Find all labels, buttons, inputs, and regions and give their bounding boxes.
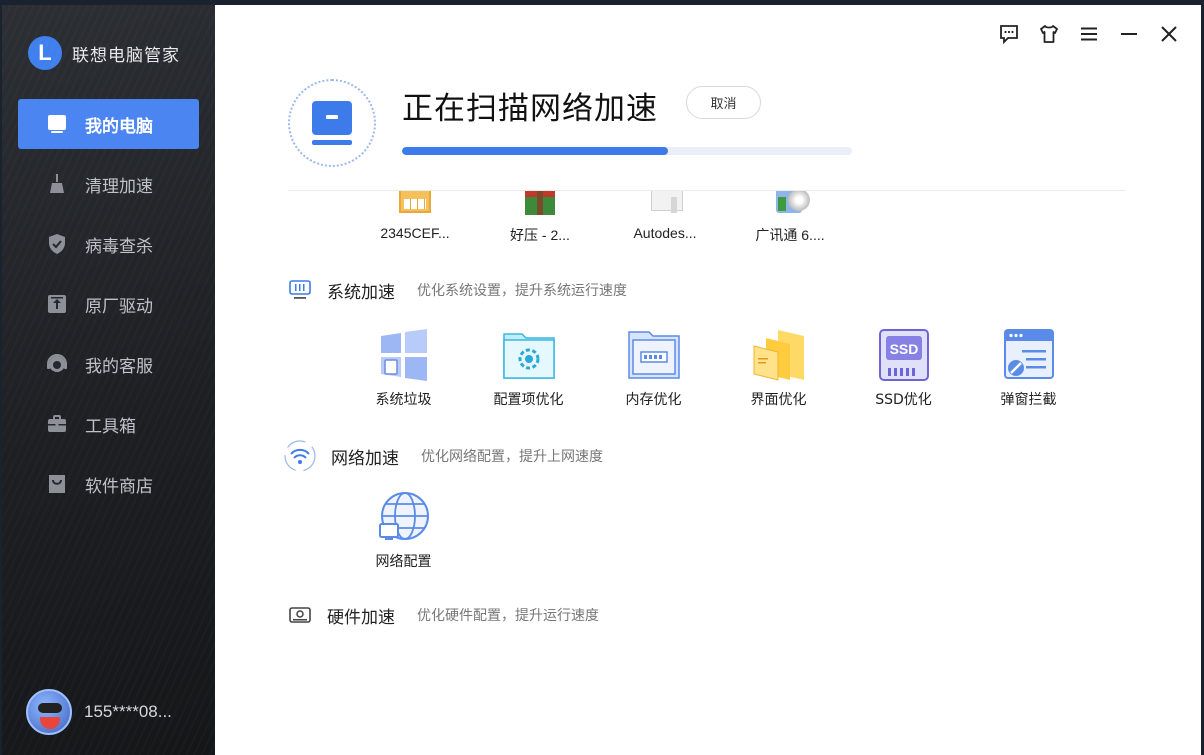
headset-icon bbox=[45, 352, 69, 376]
startup-app-label: 好压 - 2... bbox=[510, 227, 570, 243]
startup-app-label: Autodes... bbox=[633, 225, 697, 241]
section-title: 系统加速 bbox=[327, 282, 395, 303]
tile-label: 内存优化 bbox=[625, 392, 682, 408]
menu-icon bbox=[1081, 27, 1097, 41]
user-name: 155****08... bbox=[84, 702, 172, 721]
startup-app-item[interactable]: 广讯通 6.... bbox=[735, 191, 845, 245]
section-hardware-header: 硬件加速 优化硬件配置，提升运行速度 bbox=[287, 602, 599, 628]
sidebar-item-label: 软件商店 bbox=[85, 476, 153, 497]
sidebar-item-support[interactable]: 我的客服 bbox=[18, 339, 199, 389]
minimize-icon bbox=[1121, 33, 1137, 35]
sidebar-item-store[interactable]: 软件商店 bbox=[18, 459, 199, 509]
tile-system-trash[interactable]: 系统垃圾 bbox=[341, 327, 466, 409]
memory-chip-icon bbox=[626, 327, 682, 383]
startup-app-row: 2345CEF... 好压 - 2... Autodes... 广讯通 6...… bbox=[275, 191, 1155, 251]
startup-app-item[interactable]: Autodes... bbox=[610, 191, 720, 241]
user-account[interactable]: 155****08... bbox=[26, 689, 172, 735]
tile-network-config[interactable]: 网络配置 bbox=[341, 489, 466, 571]
feedback-button[interactable] bbox=[999, 23, 1019, 45]
tile-label: 界面优化 bbox=[750, 392, 807, 408]
brand: L 联想电脑管家 bbox=[28, 36, 180, 70]
gear-folder-icon bbox=[501, 327, 557, 383]
sidebar-item-drivers[interactable]: 原厂驱动 bbox=[18, 279, 199, 329]
sidebar-nav: 我的电脑 清理加速 病毒查杀 原厂驱动 我的客服 工具箱 软件商店 bbox=[18, 99, 199, 519]
tile-interface-optimize[interactable]: 界面优化 bbox=[716, 327, 841, 409]
sidebar-item-antivirus[interactable]: 病毒查杀 bbox=[18, 219, 199, 269]
tile-popup-block[interactable]: 弹窗拦截 bbox=[966, 327, 1091, 409]
scan-progress-bar bbox=[402, 147, 852, 155]
sidebar-item-label: 我的客服 bbox=[85, 356, 153, 377]
sidebar-item-my-computer[interactable]: 我的电脑 bbox=[18, 99, 199, 149]
tile-memory-optimize[interactable]: 内存优化 bbox=[591, 327, 716, 409]
section-desc: 优化网络配置，提升上网速度 bbox=[421, 449, 603, 465]
app-window: L 联想电脑管家 我的电脑 清理加速 病毒查杀 原厂驱动 我的客服 工具箱 软件… bbox=[2, 5, 1201, 755]
sidebar: L 联想电脑管家 我的电脑 清理加速 病毒查杀 原厂驱动 我的客服 工具箱 软件… bbox=[2, 5, 215, 755]
spreadsheet-app-icon bbox=[395, 191, 435, 215]
startup-app-item[interactable]: 好压 - 2... bbox=[485, 191, 595, 245]
startup-app-label: 2345CEF... bbox=[380, 225, 450, 241]
shield-icon bbox=[45, 232, 69, 256]
cancel-button[interactable]: 取消 bbox=[686, 86, 761, 119]
scan-ring bbox=[288, 79, 376, 167]
section-title: 硬件加速 bbox=[327, 607, 395, 628]
menu-button[interactable] bbox=[1079, 23, 1099, 45]
section-system-header: 系统加速 优化系统设置，提升系统运行速度 bbox=[287, 277, 627, 303]
network-tiles: 网络配置 bbox=[341, 489, 466, 571]
tile-label: 配置项优化 bbox=[493, 392, 564, 408]
brand-name: 联想电脑管家 bbox=[72, 45, 180, 66]
minimize-button[interactable] bbox=[1119, 23, 1139, 45]
document-app-icon bbox=[645, 191, 685, 215]
ssd-icon: SSD bbox=[876, 327, 932, 383]
sidebar-item-label: 我的电脑 bbox=[85, 116, 153, 137]
main-panel: 正在扫描网络加速 取消 2345CEF... 好压 - 2... Autodes… bbox=[215, 5, 1201, 755]
close-icon bbox=[1161, 26, 1177, 42]
hard-drive-icon bbox=[287, 602, 313, 628]
avatar[interactable] bbox=[26, 689, 72, 735]
section-desc: 优化系统设置，提升系统运行速度 bbox=[417, 283, 627, 299]
skin-shirt-icon bbox=[1040, 25, 1058, 43]
toolbox-icon bbox=[45, 412, 69, 436]
scan-progress-fill bbox=[402, 147, 668, 155]
tile-label: 网络配置 bbox=[375, 554, 432, 570]
globe-icon bbox=[376, 489, 432, 545]
layers-icon bbox=[751, 327, 807, 383]
close-button[interactable] bbox=[1159, 23, 1179, 45]
broom-icon bbox=[45, 172, 69, 196]
bag-icon bbox=[45, 472, 69, 496]
laptop-icon bbox=[45, 112, 69, 136]
sidebar-item-label: 病毒查杀 bbox=[85, 236, 153, 257]
popup-block-icon bbox=[1001, 327, 1057, 383]
system-tiles: 系统垃圾 配置项优化 内存优化 界面优化 SSD SSD优化 弹窗拦截 bbox=[341, 327, 1091, 409]
section-desc: 优化硬件配置，提升运行速度 bbox=[417, 608, 599, 624]
ssd-label: SSD bbox=[889, 341, 918, 357]
section-title: 网络加速 bbox=[331, 448, 399, 469]
window-controls bbox=[999, 23, 1179, 45]
archive-app-icon bbox=[520, 191, 560, 215]
tile-label: 系统垃圾 bbox=[375, 392, 432, 408]
section-network-header: 网络加速 优化网络配置，提升上网速度 bbox=[283, 439, 603, 473]
sidebar-item-clean[interactable]: 清理加速 bbox=[18, 159, 199, 209]
tile-label: SSD优化 bbox=[875, 392, 932, 408]
optimization-list[interactable]: 2345CEF... 好压 - 2... Autodes... 广讯通 6...… bbox=[275, 191, 1155, 751]
tile-label: 弹窗拦截 bbox=[1000, 392, 1057, 408]
tile-config-optimize[interactable]: 配置项优化 bbox=[466, 327, 591, 409]
scan-title: 正在扫描网络加速 bbox=[402, 91, 658, 127]
messenger-app-icon bbox=[770, 191, 810, 215]
sidebar-item-toolbox[interactable]: 工具箱 bbox=[18, 399, 199, 449]
startup-app-label: 广讯通 6.... bbox=[755, 227, 825, 243]
wifi-scanning-icon bbox=[283, 439, 317, 473]
windows-trash-icon bbox=[376, 327, 432, 383]
startup-app-item[interactable]: 2345CEF... bbox=[360, 191, 470, 241]
computer-icon bbox=[312, 101, 352, 145]
sidebar-item-label: 工具箱 bbox=[85, 416, 136, 437]
upload-box-icon bbox=[45, 292, 69, 316]
skin-button[interactable] bbox=[1039, 23, 1059, 45]
system-monitor-icon bbox=[287, 277, 313, 303]
sidebar-item-label: 清理加速 bbox=[85, 176, 153, 197]
sidebar-item-label: 原厂驱动 bbox=[85, 296, 153, 317]
feedback-icon bbox=[1000, 25, 1018, 44]
brand-logo-icon: L bbox=[28, 36, 62, 70]
tile-ssd-optimize[interactable]: SSD SSD优化 bbox=[841, 327, 966, 409]
